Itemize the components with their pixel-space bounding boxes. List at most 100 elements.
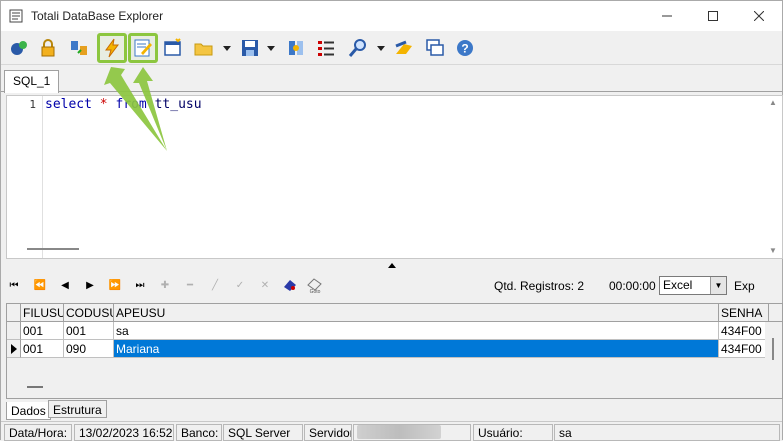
execute-icon <box>105 38 119 58</box>
close-icon <box>754 11 764 21</box>
record-count: Qtd. Registros: 2 <box>494 279 585 293</box>
next-page-button[interactable]: ⏩ <box>106 277 124 293</box>
scroll-up-icon[interactable]: ▲ <box>769 98 777 107</box>
servidor-redacted <box>357 425 441 439</box>
list-icon <box>318 41 334 56</box>
tab-dados[interactable]: Dados <box>6 402 51 420</box>
results-grid[interactable]: FILUSU CODUSU APEUSU SENHA 001 001 sa 43… <box>6 303 783 399</box>
windows-button[interactable] <box>423 36 447 60</box>
export-format-select[interactable]: Excel ▼ <box>659 276 727 295</box>
table-cell-selected[interactable]: Mariana <box>114 340 719 358</box>
search-dropdown-icon[interactable] <box>377 44 385 52</box>
refresh-button[interactable] <box>67 36 91 60</box>
table-cell[interactable]: 001 <box>64 322 114 340</box>
column-header[interactable]: CODUSU <box>64 304 114 322</box>
keyword-select: select <box>45 97 92 112</box>
elapsed-time: 00:00:00 <box>609 279 656 293</box>
editor-horizontal-scrollbar[interactable] <box>27 248 79 250</box>
table-cell[interactable]: 434F00 <box>719 340 767 358</box>
table-cell[interactable]: 001 <box>21 322 64 340</box>
tab-estrutura[interactable]: Estrutura <box>48 400 107 418</box>
fill-button[interactable] <box>392 36 416 60</box>
datahora-label: Data/Hora: <box>4 424 72 441</box>
record-navigator: ⏮ ⏪ ◀ ▶ ⏩ ⏭ ✚ ━ ╱ ✓ ✕ Goto Qtd. Registro… <box>1 271 782 301</box>
refresh-data-button[interactable] <box>281 277 299 293</box>
properties-button[interactable] <box>284 36 308 60</box>
execute-button[interactable] <box>100 36 124 60</box>
open-folder-icon <box>194 43 213 56</box>
sql-editor[interactable]: 1 select * from tt_usu ▲ ▼ <box>6 95 783 259</box>
column-header[interactable]: FILUSU <box>21 304 64 322</box>
new-window-button[interactable] <box>161 36 185 60</box>
delete-record-button[interactable]: ━ <box>181 277 199 293</box>
maximize-icon <box>708 11 718 21</box>
insert-record-button[interactable]: ✚ <box>156 277 174 293</box>
help-icon: ? <box>457 40 473 56</box>
table-row[interactable]: 001 090 Mariana 434F00 <box>7 340 767 358</box>
toolbar: ? <box>1 31 782 65</box>
svg-text:Goto: Goto <box>310 289 321 294</box>
fill-icon <box>395 40 412 54</box>
title-bar: Totali DataBase Explorer <box>1 1 782 31</box>
maximize-button[interactable] <box>690 1 736 31</box>
line-number: 1 <box>29 98 36 111</box>
edit-button[interactable] <box>131 36 155 60</box>
current-row-icon <box>11 344 17 354</box>
column-header[interactable]: APEUSU <box>114 304 719 322</box>
connect-button[interactable] <box>7 36 31 60</box>
edit-record-button[interactable]: ╱ <box>206 277 224 293</box>
open-dropdown-icon[interactable] <box>223 44 231 52</box>
list-button[interactable] <box>314 36 338 60</box>
scroll-down-icon[interactable]: ▼ <box>769 246 777 255</box>
row-indicator <box>7 340 21 358</box>
column-header[interactable]: SENHA <box>719 304 769 322</box>
usuario-value: sa <box>554 424 780 441</box>
help-button[interactable]: ? <box>453 36 477 60</box>
connect-icon <box>11 41 27 55</box>
minimize-button[interactable] <box>644 1 690 31</box>
sql-code[interactable]: select * from tt_usu <box>45 97 202 112</box>
cancel-record-button[interactable]: ✕ <box>256 277 274 293</box>
table-cell[interactable]: 001 <box>21 340 64 358</box>
banco-value: SQL Server <box>223 424 303 441</box>
new-window-icon <box>164 38 181 56</box>
post-record-button[interactable]: ✓ <box>231 277 249 293</box>
grid-horizontal-thumb[interactable] <box>27 386 43 388</box>
save-icon <box>242 40 258 56</box>
app-window: Totali DataBase Explorer ? SQL_1 1 selec… <box>0 0 783 441</box>
search-button[interactable] <box>346 36 370 60</box>
status-bar: Data/Hora: 13/02/2023 16:52: Banco: SQL … <box>1 421 782 441</box>
lock-icon <box>41 39 55 57</box>
datahora-value: 13/02/2023 16:52: <box>74 424 174 441</box>
save-dropdown-icon[interactable] <box>267 44 275 52</box>
table-row[interactable]: 001 001 sa 434F00 <box>7 322 767 340</box>
save-button[interactable] <box>238 36 262 60</box>
result-tabs: Dados Estrutura <box>1 400 782 420</box>
next-record-button[interactable]: ▶ <box>81 277 99 293</box>
prior-page-button[interactable]: ⏪ <box>31 277 49 293</box>
tab-sql-1[interactable]: SQL_1 <box>4 70 60 93</box>
properties-icon <box>289 41 303 55</box>
table-cell[interactable]: 090 <box>64 340 114 358</box>
keyword-from: from <box>115 97 147 112</box>
lock-button[interactable] <box>36 36 60 60</box>
chevron-down-icon[interactable]: ▼ <box>710 277 726 294</box>
editor-vertical-scrollbar[interactable]: ▲ ▼ <box>765 96 782 258</box>
grid-vertical-thumb[interactable] <box>772 338 774 360</box>
last-record-button[interactable]: ⏭ <box>131 277 149 293</box>
splitter-collapse-icon[interactable] <box>388 263 396 268</box>
close-button[interactable] <box>736 1 782 31</box>
export-format-value: Excel <box>663 278 693 292</box>
row-indicator <box>7 322 21 340</box>
table-cell[interactable]: sa <box>114 322 719 340</box>
line-gutter: 1 <box>7 96 43 258</box>
goto-record-button[interactable]: Goto <box>306 277 324 294</box>
open-folder-button[interactable] <box>192 36 216 60</box>
table-name: tt_usu <box>154 97 202 112</box>
first-record-button[interactable]: ⏮ <box>5 277 23 293</box>
table-cell[interactable]: 434F00 <box>719 322 767 340</box>
minimize-icon <box>662 15 672 17</box>
export-label[interactable]: Exp <box>734 279 755 293</box>
grid-vertical-scrollbar[interactable] <box>765 322 782 398</box>
prior-record-button[interactable]: ◀ <box>56 277 74 293</box>
